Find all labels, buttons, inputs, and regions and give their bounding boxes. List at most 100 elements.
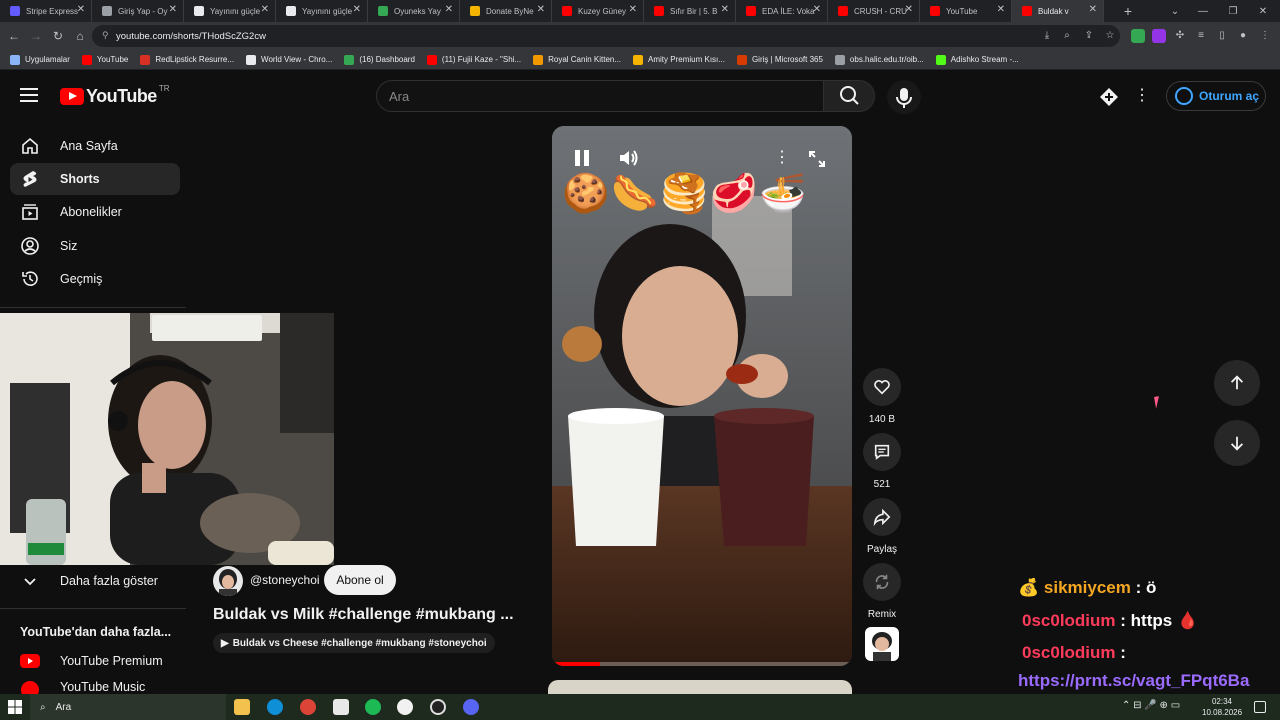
signin-button[interactable]: Oturum aç bbox=[1166, 81, 1266, 111]
app-icon[interactable] bbox=[430, 699, 446, 715]
minimize-button[interactable]: — bbox=[1188, 0, 1218, 22]
subscribe-button[interactable]: Abone ol bbox=[324, 565, 396, 595]
fullscreen-button[interactable] bbox=[808, 150, 826, 168]
bookmark-item[interactable]: RedLipstick Resurre... bbox=[140, 54, 234, 65]
video-progress-track[interactable] bbox=[552, 662, 852, 666]
browser-tab[interactable]: YouTube ✕ bbox=[920, 0, 1012, 22]
sidebar-item-subscriptions[interactable]: Abonelikler bbox=[10, 196, 180, 228]
close-window-button[interactable]: ✕ bbox=[1248, 0, 1278, 22]
zoom-icon[interactable]: ⌕ bbox=[1060, 29, 1074, 43]
tab-close-icon[interactable]: ✕ bbox=[77, 4, 85, 15]
related-video-chip[interactable]: ▶ Buldak vs Cheese #challenge #mukbang #… bbox=[213, 633, 495, 653]
tab-close-icon[interactable]: ✕ bbox=[629, 4, 637, 15]
windows-start-icon[interactable] bbox=[8, 700, 22, 714]
install-app-icon[interactable]: ⤓ bbox=[1040, 29, 1054, 43]
new-tab-button[interactable]: + bbox=[1118, 0, 1138, 22]
bookmark-item[interactable]: (16) Dashboard bbox=[344, 54, 415, 65]
side-panel-icon[interactable]: ▯ bbox=[1215, 29, 1229, 43]
bookmark-item[interactable]: Amity Premium Kısı... bbox=[633, 54, 725, 65]
tab-close-icon[interactable]: ✕ bbox=[997, 4, 1005, 15]
browser-tab[interactable]: Buldak v ✕ bbox=[1012, 0, 1104, 22]
extension-icon[interactable] bbox=[1131, 29, 1145, 43]
bookmark-item[interactable]: Uygulamalar bbox=[10, 54, 70, 65]
sidebar-item-you[interactable]: Siz bbox=[10, 230, 180, 262]
channel-handle[interactable]: @stoneychoi bbox=[250, 573, 320, 587]
bookmark-item[interactable]: Giriş | Microsoft 365 bbox=[736, 54, 823, 65]
bookmark-item[interactable]: (11) Fujii Kaze - "Shi... bbox=[426, 54, 521, 65]
bookmark-item[interactable]: Adishko Stream -... bbox=[935, 54, 1019, 65]
browser-tab[interactable]: Kuzey Güney ✕ bbox=[552, 0, 644, 22]
chat-link[interactable]: https://prnt.sc/vagt_FPqt6Ba bbox=[1018, 671, 1249, 691]
browser-tab[interactable]: Donate ByNe ✕ bbox=[460, 0, 552, 22]
extension-icon[interactable] bbox=[1152, 29, 1166, 43]
bookmark-item[interactable]: obs.halic.edu.tr/oib... bbox=[834, 54, 924, 65]
reading-list-icon[interactable]: ≡ bbox=[1194, 29, 1208, 43]
chrome-icon[interactable] bbox=[300, 699, 316, 715]
like-button[interactable] bbox=[863, 368, 901, 406]
bookmark-item[interactable]: YouTube bbox=[81, 54, 128, 65]
show-more-button[interactable]: Daha fazla göster bbox=[10, 565, 180, 597]
site-info-icon[interactable]: ⚲ bbox=[102, 30, 109, 41]
browser-tab[interactable]: CRUSH - CRU ✕ bbox=[828, 0, 920, 22]
next-short-button[interactable] bbox=[1214, 420, 1260, 466]
chrome-menu-icon[interactable]: ⋮ bbox=[1258, 29, 1272, 43]
share-icon[interactable]: ⇪ bbox=[1082, 29, 1096, 43]
search-button[interactable] bbox=[823, 80, 875, 112]
discord-icon[interactable] bbox=[463, 699, 479, 715]
channel-avatar[interactable] bbox=[213, 566, 243, 596]
sidebar-item-history[interactable]: Geçmiş bbox=[10, 263, 180, 295]
back-icon[interactable]: ← bbox=[6, 28, 22, 44]
browser-tab[interactable]: Oyuneks Yay ✕ bbox=[368, 0, 460, 22]
forward-icon[interactable]: → bbox=[28, 28, 44, 44]
clock[interactable]: 02:34 10.08.2026 bbox=[1202, 696, 1242, 718]
browser-tab[interactable]: Stripe Express ✕ bbox=[0, 0, 92, 22]
tab-close-icon[interactable]: ✕ bbox=[1089, 4, 1097, 15]
reload-icon[interactable]: ↻ bbox=[50, 28, 66, 44]
system-tray-icons[interactable]: ⌃ ⊟ 🎤 ⊕ ▭ bbox=[1122, 700, 1180, 711]
browser-tab[interactable]: Yayınını güçle ✕ bbox=[184, 0, 276, 22]
previous-short-button[interactable] bbox=[1214, 360, 1260, 406]
tab-search-icon[interactable]: ⌄ bbox=[1160, 0, 1190, 22]
sidebar-item-home[interactable]: Ana Sayfa bbox=[10, 130, 180, 162]
tab-close-icon[interactable]: ✕ bbox=[169, 4, 177, 15]
profile-icon[interactable]: ● bbox=[1236, 29, 1250, 43]
volume-button[interactable] bbox=[618, 148, 640, 168]
shorts-video-player[interactable]: ⋮ 🍪🌭🥞🥩🍜 bbox=[552, 126, 852, 666]
tab-close-icon[interactable]: ✕ bbox=[353, 4, 361, 15]
sound-source-thumbnail[interactable] bbox=[865, 627, 899, 661]
tab-close-icon[interactable]: ✕ bbox=[721, 4, 729, 15]
bookmark-star-icon[interactable]: ☆ bbox=[1103, 29, 1117, 43]
home-button-icon[interactable]: ⌂ bbox=[72, 28, 88, 44]
sidebar-item-youtube-music[interactable]: YouTube Music bbox=[10, 680, 180, 694]
taskbar-search[interactable]: ⌕ Ara bbox=[30, 694, 226, 720]
notifications-icon[interactable] bbox=[1254, 701, 1266, 713]
spotify-icon[interactable] bbox=[365, 699, 381, 715]
search-input[interactable]: Ara bbox=[376, 80, 824, 112]
pause-button[interactable] bbox=[572, 148, 592, 168]
bookmark-item[interactable]: World View - Chro... bbox=[246, 54, 332, 65]
tab-close-icon[interactable]: ✕ bbox=[445, 4, 453, 15]
create-button[interactable] bbox=[1098, 86, 1120, 108]
comments-button[interactable] bbox=[863, 433, 901, 471]
bookmark-item[interactable]: Royal Canin Kitten... bbox=[533, 54, 621, 65]
browser-tab[interactable]: Giriş Yap - Oy ✕ bbox=[92, 0, 184, 22]
browser-tab[interactable]: Yayınını güçle ✕ bbox=[276, 0, 368, 22]
short-title[interactable]: Buldak vs Milk #challenge #mukbang ... bbox=[213, 606, 514, 624]
notepad-icon[interactable] bbox=[333, 699, 349, 715]
obs-icon[interactable] bbox=[397, 699, 413, 715]
youtube-logo[interactable]: YouTube TR bbox=[60, 84, 170, 107]
next-short-preview[interactable] bbox=[548, 680, 852, 694]
edge-icon[interactable] bbox=[267, 699, 283, 715]
maximize-button[interactable]: ❐ bbox=[1218, 0, 1248, 22]
sidebar-item-shorts[interactable]: Shorts bbox=[10, 163, 180, 195]
video-more-icon[interactable]: ⋮ bbox=[774, 148, 790, 168]
tab-close-icon[interactable]: ✕ bbox=[537, 4, 545, 15]
tab-close-icon[interactable]: ✕ bbox=[905, 4, 913, 15]
tab-close-icon[interactable]: ✕ bbox=[813, 4, 821, 15]
voice-search-button[interactable] bbox=[887, 80, 921, 114]
browser-tab[interactable]: Sıfır Bir | 5. B ✕ bbox=[644, 0, 736, 22]
share-button[interactable] bbox=[863, 498, 901, 536]
file-explorer-icon[interactable] bbox=[234, 699, 250, 715]
url-input[interactable]: ⚲ youtube.com/shorts/THodScZG2cw bbox=[92, 25, 1120, 47]
remix-button[interactable] bbox=[863, 563, 901, 601]
